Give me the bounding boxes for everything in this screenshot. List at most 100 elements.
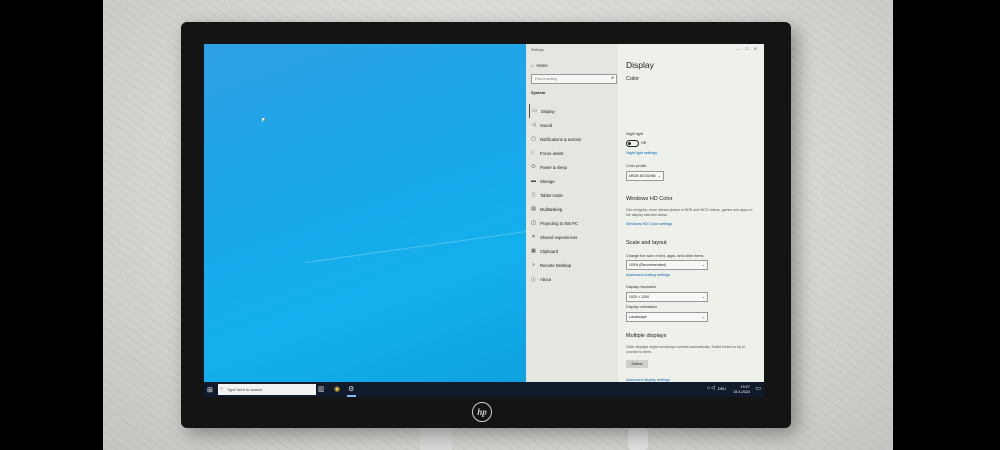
search-placeholder: Find a setting [535,77,557,81]
settings-gear-icon[interactable]: ⚙ [348,385,354,393]
monitor-stand-right [628,428,648,450]
night-light-settings-link[interactable]: Night light settings [626,151,657,155]
sidebar-item-about[interactable]: ⓘ About [529,272,617,286]
sidebar-item-label: About [540,276,551,282]
multitasking-icon: ▤ [531,206,536,212]
multiple-displays-heading: Multiple displays [626,333,667,339]
nav-home-label: Home [536,63,548,68]
active-app-indicator [347,395,356,397]
chevron-down-icon: ⌄ [701,314,705,319]
sidebar-item-storage[interactable]: ▬ Storage [529,174,617,188]
sidebar-item-label: Tablet mode [540,192,563,198]
power-icon: ⏻ [531,164,536,170]
remote-desktop-icon: » [532,262,535,268]
projector-icon: ◫ [531,220,536,226]
settings-window: —☐✕ Settings ⌂ Home Find a setting ⌕ Sys… [526,44,764,382]
advanced-scaling-link[interactable]: Advanced scaling settings [626,273,670,277]
tray-network-volume-icon[interactable]: ⌂◁ [707,385,716,391]
language-indicator[interactable]: DEU [718,387,726,391]
night-light-label: Night light [626,132,643,136]
resolution-dropdown[interactable]: 1920 × 1200 ⌄ [626,292,708,302]
sidebar-item-projecting[interactable]: ◫ Projecting to this PC [529,216,617,230]
chevron-down-icon: ⌄ [657,173,661,178]
chrome-icon[interactable]: ◉ [334,385,340,393]
sidebar-item-multitasking[interactable]: ▤ Multitasking [529,202,617,216]
nav-section-title: System [531,90,546,95]
orientation-value: Landscape [629,315,647,319]
sidebar-item-focus-assist[interactable]: ☾ Focus assist [529,146,617,160]
hd-color-description: Get a brighter, more vibrant picture in … [626,208,753,217]
shared-icon: ✕ [531,234,536,240]
sidebar-item-shared-experiences[interactable]: ✕ Shared experiences [529,230,617,244]
multiple-displays-description: Older displays might not always connect … [626,345,745,354]
sidebar-item-label: Display [541,108,555,114]
sidebar-item-tablet-mode[interactable]: ▯ Tablet mode [529,188,617,202]
hp-logo: hp [472,402,492,422]
scale-dropdown[interactable]: 100% (Recommended) ⌄ [626,260,708,270]
taskbar-search-input[interactable]: ○ Type here to search [218,384,316,395]
sidebar-item-label: Focus assist [540,150,564,156]
color-profile-dropdown[interactable]: sRGB IEC61966 ⌄ [626,171,664,181]
scale-layout-heading: Scale and layout [626,240,667,246]
moon-icon: ☾ [531,150,536,156]
resolution-value: 1920 × 1200 [629,295,650,299]
settings-nav: Settings ⌂ Home Find a setting ⌕ System … [526,44,618,382]
sidebar-item-label: Clipboard [540,248,558,254]
info-icon: ⓘ [531,276,537,283]
color-heading: Color [626,76,640,82]
color-profile-label: Color profile [626,164,647,168]
hd-color-settings-link[interactable]: Windows HD Color settings [626,222,672,226]
sidebar-item-label: Storage [540,178,555,184]
orientation-dropdown[interactable]: Landscape ⌄ [626,312,708,322]
mouse-cursor-icon [262,118,265,122]
settings-content: Display Color Night light Off Night ligh… [622,44,762,382]
taskbar: ⊞ ○ Type here to search ▥ ◉ ⚙ ⌂◁ DEU 19:… [204,382,764,397]
notification-icon: ▢ [531,136,536,142]
color-profile-value: sRGB IEC61966 [629,174,656,178]
detect-button[interactable]: Detect [626,360,648,368]
sidebar-item-label: Multitasking [540,206,563,212]
settings-search-input[interactable]: Find a setting ⌕ [531,74,617,84]
wallpaper-streak [305,225,563,264]
letterbox-right [893,0,1000,450]
home-icon: ⌂ [531,63,534,68]
night-light-state: Off [641,141,646,145]
windows-start-icon[interactable]: ⊞ [207,386,213,394]
task-view-icon[interactable]: ▥ [318,385,325,393]
tablet-icon: ▯ [532,192,535,198]
clock-date: 15.4.2024 [733,389,750,394]
letterbox-left [0,0,103,450]
hd-color-heading: Windows HD Color [626,196,673,202]
search-icon: ○ [220,386,224,392]
clock[interactable]: 19:27 15.4.2024 [733,385,750,394]
night-light-toggle[interactable] [626,140,639,147]
scale-label: Change the size of text, apps, and other… [626,254,704,258]
sidebar-item-notifications[interactable]: ▢ Notifications & actions [529,132,617,146]
desktop-wallpaper [204,44,563,382]
speaker-icon: ◁ [531,122,536,128]
scale-value: 100% (Recommended) [629,263,666,267]
sidebar-item-sound[interactable]: ◁ Sound [529,118,617,132]
photo: hp —☐✕ Settings ⌂ Home Find a setting ⌕ … [0,0,1000,450]
sidebar-item-label: Remote Desktop [540,262,572,268]
chevron-down-icon: ⌄ [701,294,705,299]
search-icon: ⌕ [611,75,614,81]
sidebar-item-label: Notifications & actions [540,136,582,142]
monitor-icon: ▭ [532,108,537,114]
nav-list: ▭ Display ◁ Sound ▢ Notifications & actions… [529,104,617,286]
taskbar-search-placeholder: Type here to search [227,387,263,392]
notification-center-icon[interactable]: ▭ [755,385,761,392]
resolution-label: Display resolution [626,285,656,289]
chevron-down-icon: ⌄ [701,262,705,267]
orientation-label: Display orientation [626,305,658,309]
monitor-screen: —☐✕ Settings ⌂ Home Find a setting ⌕ Sys… [204,44,764,397]
nav-home[interactable]: ⌂ Home [531,63,548,68]
storage-icon: ▬ [531,178,536,184]
page-title: Display [626,60,654,70]
sidebar-item-display[interactable]: ▭ Display [529,104,617,118]
sidebar-item-label: Shared experiences [540,234,578,240]
sidebar-item-clipboard[interactable]: ▦ Clipboard [529,244,617,258]
sidebar-item-label: Projecting to this PC [540,220,578,226]
sidebar-item-power[interactable]: ⏻ Power & sleep [529,160,617,174]
sidebar-item-remote-desktop[interactable]: » Remote Desktop [529,258,617,272]
